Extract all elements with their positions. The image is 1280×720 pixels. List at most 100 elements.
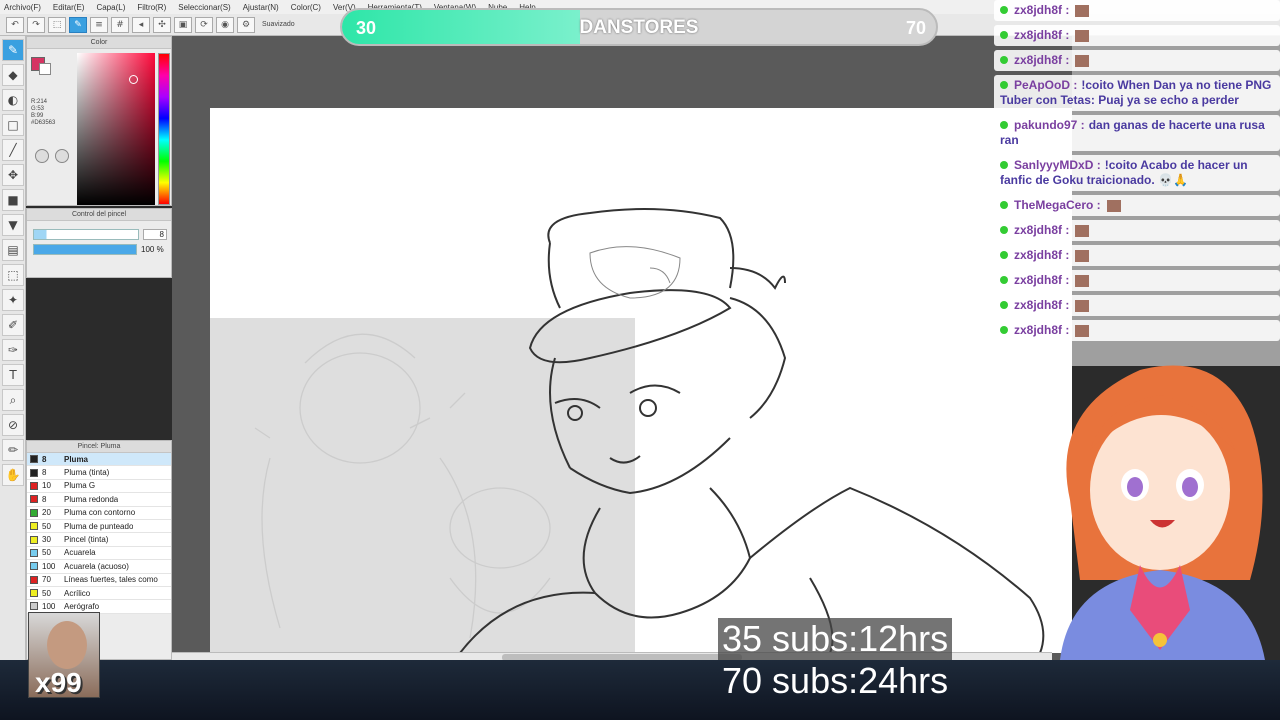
brush-item[interactable]: 70 Líneas fuertes, tales como (27, 573, 171, 587)
chat-nick: zx8jdh8f : (1014, 273, 1070, 287)
brush-item[interactable]: 100 Acuarela (acuoso) (27, 560, 171, 574)
brush-size: 50 (42, 548, 51, 558)
saturation-value-picker[interactable] (77, 53, 155, 205)
b-value: B:99 (31, 113, 44, 119)
eyedropper-icon[interactable]: ⊘ (2, 414, 24, 436)
bucket-icon[interactable]: ▼ (2, 214, 24, 236)
brush-item[interactable]: 50 Acuarela (27, 546, 171, 561)
emote-icon (1075, 249, 1090, 262)
back-icon[interactable]: ◂ (132, 16, 150, 33)
chat-message: pakundo97 : dan ganas de hacerte una rusa… (994, 115, 1280, 151)
menu-item[interactable]: Editar(E) (53, 3, 85, 12)
brush-size-value[interactable]: 8 (143, 229, 167, 240)
hue-slider[interactable] (158, 53, 170, 205)
sub-goal-name: DANSTORES (579, 17, 699, 38)
redo-icon[interactable]: ↷ (27, 16, 45, 33)
brush-opacity-slider[interactable] (33, 244, 137, 255)
emote-icon (1075, 54, 1090, 67)
pen-tool-icon[interactable]: ✎ (69, 16, 87, 33)
brush-name: Pluma G (64, 481, 96, 491)
brush-item[interactable]: 8 Pluma redonda (27, 493, 171, 507)
vtuber-avatar (1060, 365, 1265, 660)
brush-name: Pincel (tinta) (64, 535, 109, 545)
rgb-readout: R:214 G:53 B:99 #D63563 (31, 99, 55, 127)
badge-icon (1000, 81, 1008, 89)
lasso-icon[interactable]: ⬚ (2, 264, 24, 286)
rect-select-icon[interactable]: □ (2, 114, 24, 136)
brush-size: 10 (42, 481, 51, 491)
brush-item[interactable]: 30 Pincel (tinta) (27, 533, 171, 547)
selection-eraser-icon[interactable]: ✑ (2, 339, 24, 361)
color-wheel-icon[interactable] (35, 149, 49, 163)
badge-icon (1000, 301, 1008, 309)
menu-item[interactable]: Archivo(F) (4, 3, 41, 12)
drawing-canvas[interactable] (210, 108, 1072, 653)
undo-icon[interactable]: ↶ (6, 16, 24, 33)
brush-size: 8 (42, 494, 47, 504)
brush-size: 30 (42, 535, 51, 545)
menu-item[interactable]: Color(C) (291, 3, 321, 12)
brush-item[interactable]: 10 Pluma G (27, 479, 171, 494)
gradient-icon[interactable]: ▤ (2, 239, 24, 261)
chat-nick: SanlyyyMDxD : (1014, 158, 1101, 172)
grid-icon[interactable]: # (111, 16, 129, 33)
pen-tool-icon[interactable]: ✎ (2, 39, 24, 61)
emote-icon (1106, 199, 1121, 212)
brush-item[interactable]: 50 Acrílico (27, 586, 171, 601)
layer-icon[interactable]: ≡ (90, 16, 108, 33)
brush-item[interactable]: 8 Pluma (27, 453, 171, 467)
brush-color-swatch (30, 495, 38, 504)
brush-control-title: Control del pincel (27, 209, 171, 221)
smoothing-label: Suavizado (262, 21, 295, 28)
selection-pen-icon[interactable]: ✐ (2, 314, 24, 336)
zoom-icon[interactable]: ⌕ (2, 389, 24, 411)
text-icon[interactable]: T (2, 364, 24, 386)
brush-color-swatch (30, 522, 38, 531)
menu-item[interactable]: Filtro(R) (137, 3, 166, 12)
badge-icon (1000, 121, 1008, 129)
chat-message: zx8jdh8f : (994, 220, 1280, 241)
brush-item[interactable]: 8 Pluma (tinta) (27, 466, 171, 480)
hand-icon[interactable]: ✋ (2, 464, 24, 486)
brush-name: Pluma con contorno (64, 508, 136, 518)
brush-size: 70 (42, 575, 51, 585)
pencil-icon[interactable]: ✏ (2, 439, 24, 461)
brush-list-title: Pincel: Pluma (27, 441, 171, 453)
select-all-icon[interactable]: ⬚ (48, 16, 66, 33)
sub-color-swatch[interactable] (39, 63, 51, 75)
webcam-feed: x99 (28, 612, 100, 698)
brush-item[interactable]: 50 Pluma de punteado (27, 519, 171, 534)
menu-item[interactable]: Seleccionar(S) (178, 3, 230, 12)
fill-rect-icon[interactable]: ■ (2, 189, 24, 211)
rotate-icon[interactable]: ⟳ (195, 16, 213, 33)
emote-icon (1075, 4, 1090, 17)
chat-message: zx8jdh8f : (994, 295, 1280, 316)
brush-icon[interactable]: ◉ (216, 16, 234, 33)
chat-message: TheMegaCero : (994, 195, 1280, 216)
brush-size-slider[interactable] (33, 229, 139, 240)
emote-icon (1075, 324, 1090, 337)
brush-color-swatch (30, 481, 38, 490)
brush-item[interactable]: 20 Pluma con contorno (27, 506, 171, 520)
eraser-icon[interactable]: ◆ (2, 64, 24, 86)
badge-icon (1000, 201, 1008, 209)
brush-opacity-value: 100 % (141, 245, 164, 254)
brush-color-swatch (30, 508, 38, 517)
badge-icon (1000, 56, 1008, 64)
menu-item[interactable]: Ajustar(N) (243, 3, 279, 12)
brush-control-panel: Control del pincel 8 100 % (26, 208, 172, 278)
blur-icon[interactable]: ◐ (2, 89, 24, 111)
magic-wand-icon[interactable]: ✦ (2, 289, 24, 311)
subs-line-1: 35 subs:12hrs (718, 618, 953, 660)
lineart-drawing (254, 208, 1045, 653)
badge-icon (1000, 326, 1008, 334)
brush-size: 50 (42, 521, 51, 531)
webcam-face (47, 621, 87, 669)
transform-icon[interactable]: ✣ (153, 16, 171, 33)
line-icon[interactable]: ╱ (2, 139, 24, 161)
menu-item[interactable]: Capa(L) (96, 3, 125, 12)
move-icon[interactable]: ✥ (2, 164, 24, 186)
crop-icon[interactable]: ▣ (174, 16, 192, 33)
settings-icon[interactable]: ⚙ (237, 16, 255, 33)
color-history-icon[interactable] (55, 149, 69, 163)
